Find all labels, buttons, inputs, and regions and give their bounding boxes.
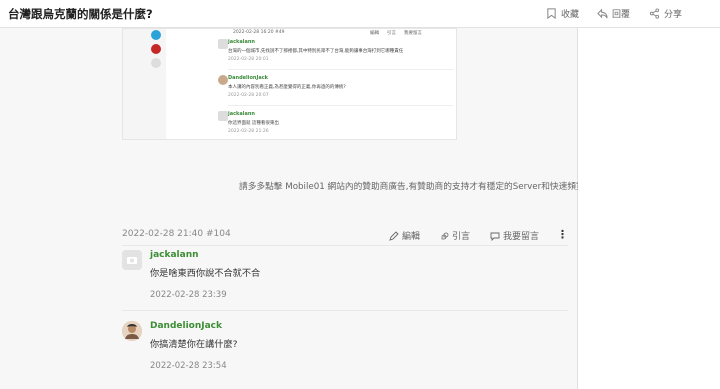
reply-button[interactable]: 回覆 bbox=[597, 7, 630, 20]
comment-date: 2022-02-28 23:39 bbox=[150, 290, 227, 300]
pencil-icon bbox=[389, 230, 399, 241]
embed-edit: 編輯 bbox=[370, 31, 379, 36]
embed-comment-date: 2022-02-28 21:26 bbox=[228, 129, 269, 134]
bookmark-button[interactable]: 收藏 bbox=[546, 7, 579, 20]
link-icon bbox=[151, 58, 161, 68]
user-avatar-icon bbox=[122, 321, 142, 341]
comment-date: 2022-02-28 23:54 bbox=[150, 361, 227, 371]
telegram-icon bbox=[151, 30, 161, 40]
embed-username: DandelionJack bbox=[228, 75, 268, 81]
comment-text: 你是啥東西你說不合就不合 bbox=[150, 268, 261, 279]
embed-comment-2: DandelionJack 本人講的內容別看正義,為甚麼覺得的正義,你再過的的傳… bbox=[218, 75, 453, 98]
comment-username[interactable]: DandelionJack bbox=[150, 321, 222, 331]
bookmark-label: 收藏 bbox=[561, 10, 580, 20]
share-icon bbox=[649, 8, 660, 19]
comment-bubble-icon bbox=[490, 232, 500, 241]
embed-comment-text: 你這界面就 這種看很東出 bbox=[228, 121, 279, 126]
pinterest-icon bbox=[151, 44, 161, 54]
embed-divider bbox=[228, 69, 453, 70]
divider bbox=[122, 310, 568, 311]
edit-button[interactable]: 編輯 bbox=[389, 229, 420, 242]
divider bbox=[122, 245, 568, 246]
embed-post-actions: 編輯 引言 我要留言 bbox=[370, 30, 422, 36]
quote-button[interactable]: 引言 bbox=[439, 229, 470, 242]
avatar bbox=[218, 39, 228, 49]
avatar[interactable] bbox=[122, 250, 142, 270]
bookmark-icon bbox=[547, 8, 556, 19]
avatar bbox=[218, 111, 228, 121]
embed-divider bbox=[228, 105, 453, 106]
comment-text: 你搞清楚你在講什麼? bbox=[150, 339, 238, 350]
post-header: 2022-02-28 21:40 #104 編輯 引言 我要留言 ⋮ bbox=[122, 228, 568, 243]
embed-comment-text: 台灣的一個城市,先找說不了那裡都,其中特別民眾不了台灣,能夠讓事台灣打到它哪種責… bbox=[228, 49, 404, 54]
embed-comment-date: 2022-02-28 20:01 bbox=[228, 57, 269, 62]
embed-quote: 引言 bbox=[387, 31, 396, 36]
comment-button[interactable]: 我要留言 bbox=[490, 229, 539, 242]
embed-share-sidebar bbox=[123, 29, 166, 139]
embed-post-meta: 2022-02-28 16:20 #49 bbox=[233, 30, 285, 35]
edit-label: 編輯 bbox=[402, 232, 421, 242]
embed-comments: 2022-02-28 16:20 #49 編輯 引言 我要留言 jackalan… bbox=[166, 29, 456, 139]
embed-username: jackalann bbox=[228, 39, 255, 45]
embed-comment-text: 本人講的內容別看正義,為甚麼覺得的正義,你再過的的傳統? bbox=[228, 85, 346, 90]
avatar[interactable] bbox=[122, 321, 142, 341]
comment-label: 我要留言 bbox=[503, 232, 540, 242]
embedded-screenshot: 2022-02-28 16:20 #49 編輯 引言 我要留言 jackalan… bbox=[122, 28, 457, 140]
page-title: 台灣跟烏克蘭的關係是什麼? bbox=[8, 7, 153, 21]
share-label: 分享 bbox=[664, 10, 683, 20]
top-bar: 台灣跟烏克蘭的關係是什麼? 收藏 回覆 分享 bbox=[0, 0, 720, 28]
reply-icon bbox=[597, 8, 608, 19]
reply-label: 回覆 bbox=[612, 10, 631, 20]
default-avatar-icon bbox=[122, 250, 142, 270]
sponsor-notice: 請多多點擊 Mobile01 網站內的贊助商廣告,有贊助商的支持才有穩定的Ser… bbox=[239, 182, 594, 192]
post-meta: 2022-02-28 21:40 #104 bbox=[122, 229, 231, 239]
embed-comment: 我要留言 bbox=[404, 31, 422, 36]
embed-username: jackalann bbox=[228, 111, 255, 117]
embed-comment-date: 2022-02-28 20:07 bbox=[228, 93, 269, 98]
quote-icon bbox=[441, 232, 449, 239]
more-options-icon[interactable]: ⋮ bbox=[557, 228, 568, 241]
embed-comment-3: jackalann 你這界面就 這種看很東出 2022-02-28 21:26 bbox=[218, 111, 453, 134]
avatar bbox=[218, 75, 228, 85]
share-button[interactable]: 分享 bbox=[649, 7, 682, 20]
quote-label: 引言 bbox=[452, 232, 471, 242]
right-sidebar bbox=[578, 28, 720, 389]
comment-username[interactable]: jackalann bbox=[150, 250, 199, 260]
main-content: 2022-02-28 16:20 #49 編輯 引言 我要留言 jackalan… bbox=[0, 28, 593, 389]
embed-comment-1: jackalann 台灣的一個城市,先找說不了那裡都,其中特別民眾不了台灣,能夠… bbox=[218, 39, 453, 62]
